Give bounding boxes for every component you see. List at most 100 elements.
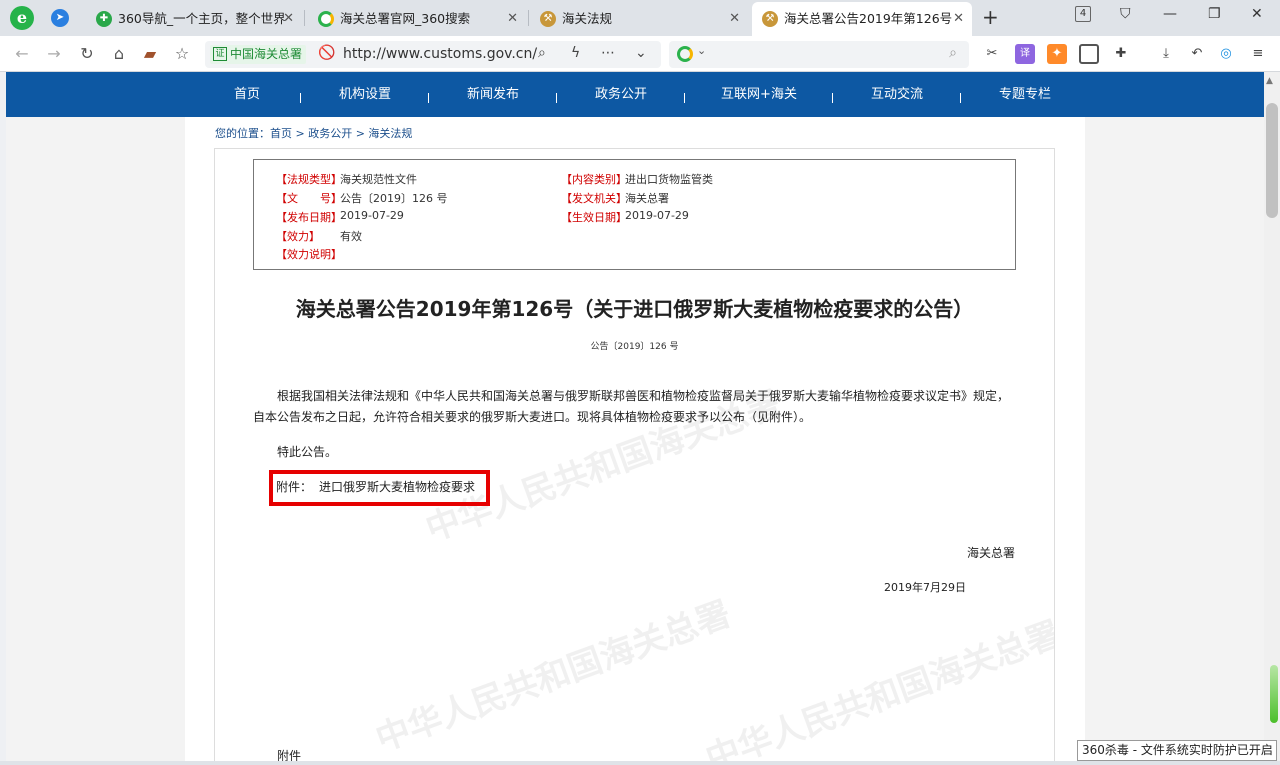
restore-icon[interactable]: ❐ bbox=[1208, 6, 1221, 22]
breadcrumb[interactable]: 您的位置：首页 > 政务公开 > 海关法规 bbox=[215, 125, 412, 141]
nav-separator bbox=[428, 93, 429, 103]
360-search-icon bbox=[677, 46, 693, 62]
customs-emblem-icon: ⚒ bbox=[540, 11, 556, 27]
extensions-puzzle-icon[interactable]: ✚ bbox=[1111, 44, 1131, 64]
game-controller-icon[interactable]: ✦ bbox=[1047, 44, 1067, 64]
attachment-label: 附件： bbox=[276, 480, 313, 494]
more-dots-icon[interactable]: ⋯ bbox=[601, 45, 615, 61]
meta-key: 【法规类型】 bbox=[276, 173, 342, 186]
search-box[interactable]: ⌄ ⌕ bbox=[669, 41, 969, 68]
scissors-icon[interactable]: ✂ bbox=[982, 44, 1002, 64]
notice-text: 特此公告。 bbox=[277, 445, 338, 459]
attachment-link[interactable]: 进口俄罗斯大麦植物检疫要求 bbox=[319, 478, 475, 495]
meta-key: 【效力说明】 bbox=[276, 248, 342, 261]
nav-news[interactable]: 新闻发布 bbox=[448, 72, 538, 117]
search-engine-dropdown[interactable]: ⌄ bbox=[697, 44, 706, 57]
certificate-label: 中国海关总署 bbox=[230, 47, 303, 61]
nav-special-topics[interactable]: 专题专栏 bbox=[980, 72, 1070, 117]
minimize-icon[interactable]: — bbox=[1163, 6, 1177, 22]
chevron-down-icon[interactable]: ⌄ bbox=[635, 45, 647, 61]
antivirus-toast[interactable]: 360杀毒 - 文件系统实时防护已开启 bbox=[1077, 740, 1277, 761]
tab-title: 海关总署公告2019年第126号 bbox=[784, 11, 953, 26]
site-main-nav: 首页 机构设置 新闻发布 政务公开 互联网+海关 互动交流 专题专栏 bbox=[6, 72, 1264, 117]
nav-separator bbox=[832, 93, 833, 103]
speed-indicator[interactable] bbox=[1270, 665, 1278, 723]
search-icon[interactable]: ⌕ bbox=[538, 45, 546, 61]
tab-360-nav[interactable]: ✚ 360导航_一个主页，整个世界 ✕ bbox=[86, 2, 302, 36]
nav-interaction[interactable]: 互动交流 bbox=[852, 72, 942, 117]
nav-separator bbox=[684, 93, 685, 103]
nav-separator bbox=[300, 93, 301, 103]
scroll-up-arrow-icon[interactable]: ▲ bbox=[1266, 76, 1273, 86]
download-icon[interactable]: ⤓ bbox=[1156, 44, 1176, 64]
nav-internet-customs[interactable]: 互联网+海关 bbox=[704, 72, 814, 117]
window-close-icon[interactable]: ✕ bbox=[1251, 6, 1263, 22]
certificate-icon: 证 bbox=[213, 47, 227, 61]
meta-value: 进出口货物监管类 bbox=[625, 173, 713, 186]
meta-key: 【发文机关】 bbox=[561, 192, 627, 205]
document-date: 2019年7月29日 bbox=[884, 581, 966, 594]
new-tab-button[interactable]: + bbox=[982, 5, 999, 29]
meta-value: 2019-07-29 bbox=[625, 209, 689, 222]
url-text[interactable]: http://www.customs.gov.cn/ bbox=[343, 46, 537, 62]
meta-value: 有效 bbox=[340, 230, 362, 243]
meta-value: 海关规范性文件 bbox=[340, 173, 417, 186]
tab-title: 360导航_一个主页，整个世界 bbox=[118, 11, 286, 26]
bottom-strip bbox=[0, 761, 1280, 765]
lightning-icon[interactable]: ϟ bbox=[571, 45, 580, 61]
browser-sync-icon[interactable]: ◎ bbox=[1216, 44, 1236, 64]
briefcase-icon[interactable]: ▰ bbox=[138, 42, 162, 66]
nav-separator bbox=[960, 93, 961, 103]
back-arrow-icon[interactable]: ← bbox=[10, 42, 34, 66]
customs-emblem-icon: ⚒ bbox=[762, 11, 778, 27]
tab-announcement-126[interactable]: ⚒ 海关总署公告2019年第126号 ✕ bbox=[752, 2, 972, 36]
close-icon[interactable]: ✕ bbox=[507, 2, 518, 36]
meta-key: 【发布日期】 bbox=[276, 211, 342, 224]
meta-key: 【内容类别】 bbox=[561, 173, 627, 186]
tab-count-badge[interactable]: 4 bbox=[1075, 6, 1091, 22]
search-icon[interactable]: ⌕ bbox=[949, 45, 957, 61]
shirt-icon[interactable]: ⛉ bbox=[1120, 6, 1131, 22]
tab-title: 海关总署官网_360搜索 bbox=[340, 11, 471, 26]
body-paragraph: 根据我国相关法律法规和《中华人民共和国海关总署与俄罗斯联邦兽医和植物检疫监督局关… bbox=[253, 389, 1010, 424]
send-icon[interactable]: ➤ bbox=[51, 9, 69, 27]
nav-separator bbox=[556, 93, 557, 103]
nav-government-affairs[interactable]: 政务公开 bbox=[576, 72, 666, 117]
forward-arrow-icon[interactable]: → bbox=[42, 42, 66, 66]
tab-360-search[interactable]: 海关总署官网_360搜索 ✕ bbox=[308, 2, 526, 36]
menu-icon[interactable]: ≡ bbox=[1248, 44, 1268, 64]
360-nav-icon: ✚ bbox=[96, 11, 112, 27]
address-toolbar: ← → ↻ ⌂ ▰ ☆ 证 中国海关总署 🚫 http://www.custom… bbox=[0, 36, 1280, 72]
translate-icon[interactable]: 译 bbox=[1015, 44, 1035, 64]
certificate-badge[interactable]: 证 中国海关总署 bbox=[210, 45, 307, 64]
browser-logo-icon[interactable]: e bbox=[10, 6, 34, 30]
cookie-blocked-icon[interactable]: 🚫 bbox=[318, 45, 335, 61]
document-title: 海关总署公告2019年第126号（关于进口俄罗斯大麦植物检疫要求的公告） bbox=[295, 297, 974, 321]
browser-tab-bar: e ➤ ✚ 360导航_一个主页，整个世界 ✕ 海关总署官网_360搜索 ✕ ⚒… bbox=[0, 0, 1280, 36]
nav-organization[interactable]: 机构设置 bbox=[320, 72, 410, 117]
close-icon[interactable]: ✕ bbox=[283, 2, 294, 36]
meta-key: 【生效日期】 bbox=[561, 211, 627, 224]
meta-key: 【效力】 bbox=[276, 230, 320, 243]
tab-customs-regulations[interactable]: ⚒ 海关法规 ✕ bbox=[530, 2, 748, 36]
meta-value: 海关总署 bbox=[625, 192, 669, 205]
360-search-icon bbox=[318, 11, 334, 27]
scrollbar-thumb[interactable] bbox=[1266, 103, 1278, 218]
tab-divider bbox=[304, 10, 305, 26]
url-bar[interactable]: 证 中国海关总署 🚫 http://www.customs.gov.cn/ ⌕ … bbox=[205, 41, 661, 68]
undo-icon[interactable]: ↶ bbox=[1187, 44, 1207, 64]
home-icon[interactable]: ⌂ bbox=[107, 42, 131, 66]
tab-title: 海关法规 bbox=[562, 11, 613, 26]
reload-icon[interactable]: ↻ bbox=[75, 42, 99, 66]
metadata-table: 【法规类型】 海关规范性文件 【文 号】 公告〔2019〕126 号 【发布日期… bbox=[253, 159, 1016, 270]
close-icon[interactable]: ✕ bbox=[953, 2, 964, 36]
favorites-star-icon[interactable]: ☆ bbox=[170, 42, 194, 66]
nav-home[interactable]: 首页 bbox=[202, 72, 292, 117]
watermark: 中华人民共和国海关总署 bbox=[700, 614, 1055, 765]
reader-icon[interactable] bbox=[1079, 44, 1099, 64]
watermark: 中华人民共和国海关总署 bbox=[370, 594, 736, 760]
meta-value: 2019-07-29 bbox=[340, 209, 404, 222]
meta-value: 公告〔2019〕126 号 bbox=[340, 192, 448, 205]
close-icon[interactable]: ✕ bbox=[729, 2, 740, 36]
document-number: 公告〔2019〕126 号 bbox=[590, 342, 679, 352]
